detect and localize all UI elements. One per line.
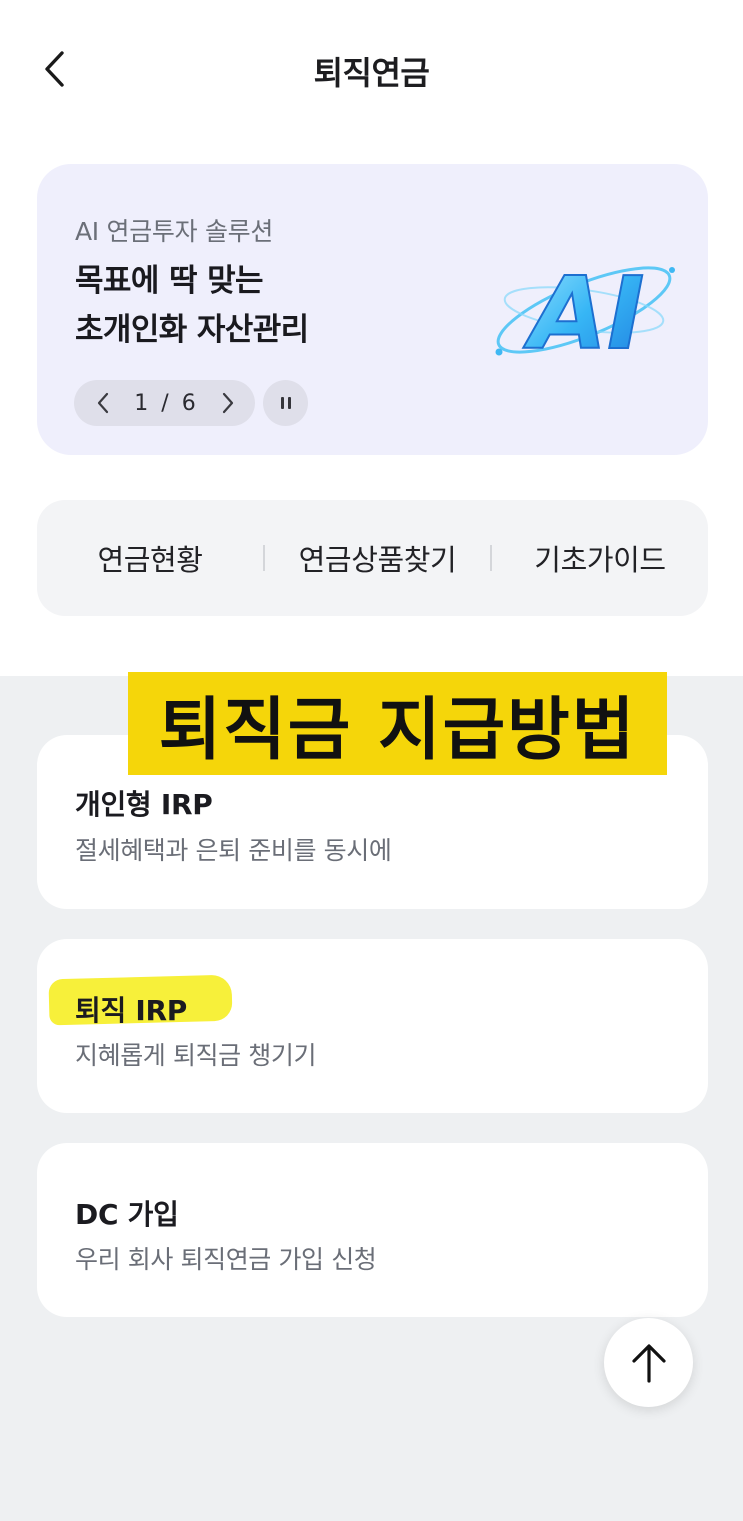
card-description: 우리 회사 퇴직연금 가입 신청 (75, 1245, 377, 1274)
pager-current: 1 (134, 390, 150, 416)
pause-icon (280, 397, 284, 409)
pager-prev-button[interactable] (92, 388, 114, 418)
quick-menu-basic-guide[interactable]: 기초가이드 (492, 537, 708, 579)
ai-logo-text: AI (523, 255, 645, 372)
promo-banner[interactable]: AI 연금투자 솔루션 목표에 딱 맞는 초개인화 자산관리 1 / 6 AI (37, 164, 708, 455)
card-dc-join[interactable]: DC 가입 우리 회사 퇴직연금 가입 신청 (37, 1143, 708, 1317)
banner-title: 목표에 딱 맞는 초개인화 자산관리 (75, 257, 309, 355)
card-description: 절세혜택과 은퇴 준비를 동시에 (75, 836, 392, 865)
caption-overlay: 퇴직금 지급방법 (128, 672, 667, 775)
arrow-up-icon (631, 1343, 666, 1383)
banner-title-line-2: 초개인화 자산관리 (75, 312, 309, 348)
card-title: 퇴직 IRP (75, 994, 187, 1027)
banner-subtitle: AI 연금투자 솔루션 (75, 217, 274, 246)
banner-pager: 1 / 6 (74, 380, 255, 426)
banner-title-line-1: 목표에 딱 맞는 (75, 263, 264, 299)
page-header: 퇴직연금 (0, 0, 743, 140)
page-title: 퇴직연금 (313, 54, 430, 92)
pager-next-button[interactable] (217, 388, 239, 418)
pause-button[interactable] (263, 380, 308, 426)
ai-3d-logo: AI (495, 254, 675, 372)
pager-separator: / (161, 390, 170, 416)
card-retirement-irp[interactable]: 퇴직 IRP 지혜롭게 퇴직금 챙기기 (37, 939, 708, 1113)
card-description: 지혜롭게 퇴직금 챙기기 (75, 1041, 317, 1070)
pager-total: 6 (181, 390, 197, 416)
chevron-right-icon (222, 392, 234, 414)
pager-count: 1 / 6 (134, 391, 196, 416)
quick-menu: 연금현황 연금상품찾기 기초가이드 (37, 500, 708, 616)
card-title: 개인형 IRP (75, 788, 213, 821)
quick-menu-find-product[interactable]: 연금상품찾기 (265, 537, 490, 579)
card-title: DC 가입 (75, 1198, 179, 1231)
chevron-left-icon (97, 392, 109, 414)
scroll-top-button[interactable] (604, 1318, 693, 1407)
quick-menu-pension-status[interactable]: 연금현황 (37, 537, 263, 579)
